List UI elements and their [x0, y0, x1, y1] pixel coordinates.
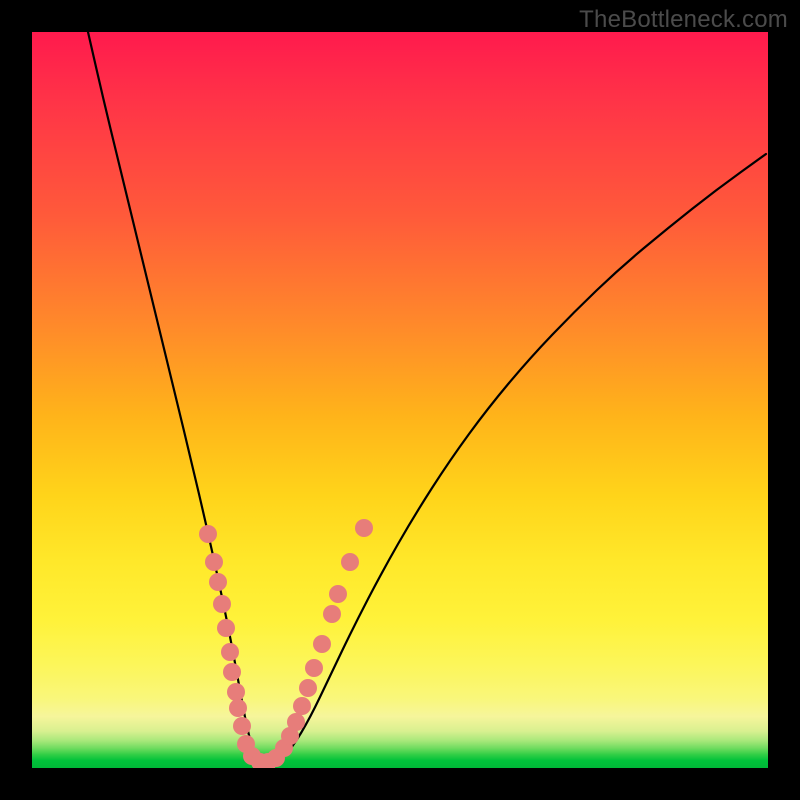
dot	[227, 683, 245, 701]
dot	[293, 697, 311, 715]
dot	[355, 519, 373, 537]
dot	[221, 643, 239, 661]
dot	[217, 619, 235, 637]
dot	[213, 595, 231, 613]
plot-area	[32, 32, 768, 768]
bottleneck-curve	[88, 32, 766, 764]
dot	[229, 699, 247, 717]
chart-frame: TheBottleneck.com	[0, 0, 800, 800]
dot	[313, 635, 331, 653]
dot	[299, 679, 317, 697]
dot	[199, 525, 217, 543]
dot	[305, 659, 323, 677]
chart-overlay	[32, 32, 768, 768]
dot	[341, 553, 359, 571]
watermark-text: TheBottleneck.com	[579, 6, 788, 34]
dot	[323, 605, 341, 623]
dot	[287, 713, 305, 731]
dot	[223, 663, 241, 681]
dot	[329, 585, 347, 603]
dot	[233, 717, 251, 735]
dot	[209, 573, 227, 591]
dot	[205, 553, 223, 571]
highlight-dots	[199, 519, 373, 768]
